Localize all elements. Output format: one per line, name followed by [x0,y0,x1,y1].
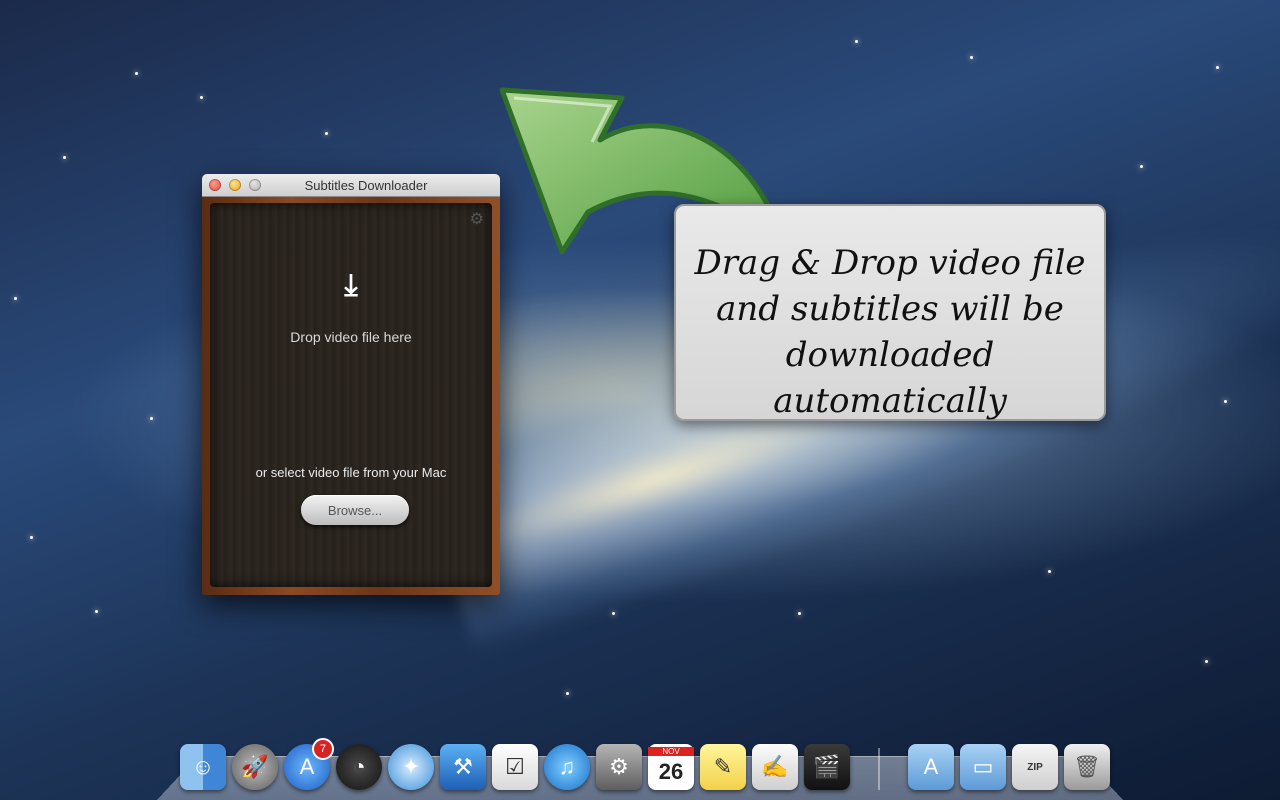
music-note-icon[interactable]: ♫ [544,744,590,790]
calendar-day: 26 [658,759,684,784]
select-hint-text: or select video file from your Mac [255,465,447,480]
dock-separator [878,748,880,790]
compass-icon[interactable]: ✦ [388,744,434,790]
checklist-icon[interactable]: ☑ [492,744,538,790]
down-arrow-icon: ⤓ [344,269,358,302]
folder-documents-icon[interactable]: ▭ [960,744,1006,790]
app-store-badge: 7 [312,738,334,760]
hammer-icon[interactable]: ⚒ [440,744,486,790]
dock: ☺ 🚀 A7 ◔ ✦ ⚒ ☑ ♫ ⚙ NOV 26 ✎ ✍ 🎬 A ▭ ZIP … [180,736,1110,790]
instruction-callout: Drag & Drop video file and subtitles wil… [674,204,1106,421]
folder-apps-icon[interactable]: A [908,744,954,790]
notes-icon[interactable]: ✎ [700,744,746,790]
window-titlebar[interactable]: Subtitles Downloader [202,174,500,197]
callout-text: Drag & Drop video file and subtitles wil… [694,243,1086,421]
wood-frame: ⚙ ⤓ Drop video file here or select video… [202,197,500,595]
drop-hint-text: Drop video file here [290,329,412,345]
clapper-icon[interactable]: 🎬 [804,744,850,790]
window-title: Subtitles Downloader [304,178,428,193]
zip-label: ZIP [1027,761,1043,773]
gear-icon[interactable]: ⚙ [596,744,642,790]
dashboard-icon[interactable]: ◔ [336,744,382,790]
calendar-icon[interactable]: NOV 26 [648,744,694,790]
rocket-icon[interactable]: 🚀 [232,744,278,790]
trash-icon[interactable]: 🗑 [1064,744,1110,790]
settings-gear-icon[interactable]: ⚙ [470,209,484,229]
subtitles-downloader-window: Subtitles Downloader ⚙ ⤓ Drop video file… [202,174,500,595]
document-icon[interactable]: ✍ [752,744,798,790]
calendar-month: NOV [648,747,694,756]
app-store-icon[interactable]: A7 [284,738,334,790]
finder-icon[interactable]: ☺ [180,744,226,790]
drop-zone[interactable]: ⚙ ⤓ Drop video file here or select video… [210,203,492,587]
zip-file-icon[interactable]: ZIP [1012,744,1058,790]
browse-button[interactable]: Browse... [301,495,409,525]
